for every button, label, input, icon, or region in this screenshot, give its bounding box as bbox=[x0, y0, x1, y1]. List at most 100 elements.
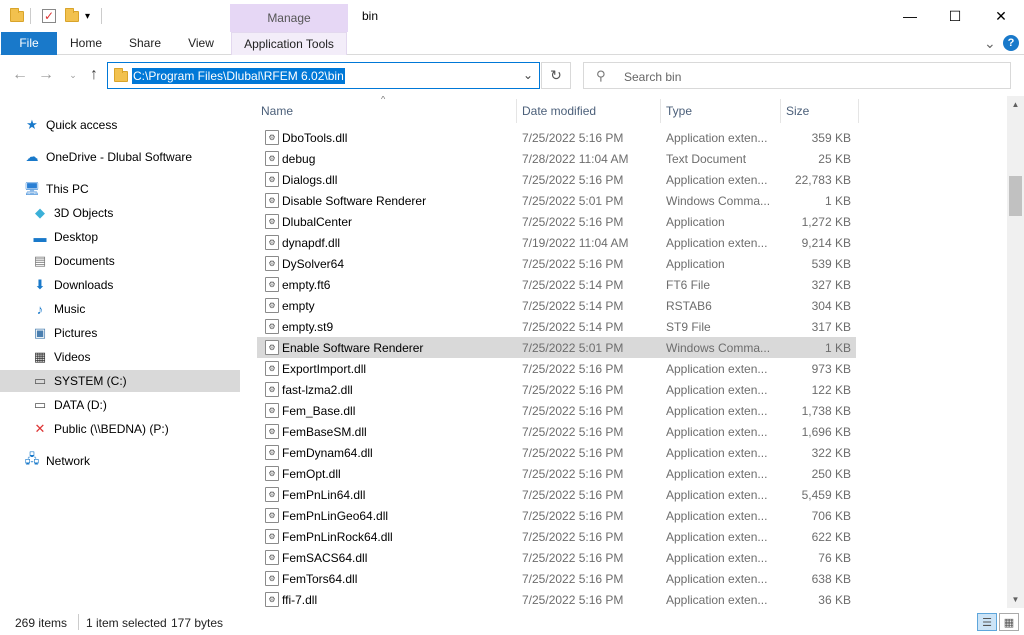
column-header-name[interactable]: Name bbox=[255, 99, 515, 123]
nav-item-network[interactable]: 🖧 Network bbox=[0, 450, 240, 472]
tab-view[interactable]: View bbox=[180, 32, 222, 55]
file-row[interactable]: ⚙ empty.st9 7/25/2022 5:14 PM ST9 File 317 K… bbox=[257, 316, 856, 337]
file-row[interactable]: ⚙ Enable Software Renderer 7/25/2022 5:01 … bbox=[257, 337, 856, 358]
tab-application-tools[interactable]: Application Tools bbox=[231, 32, 347, 55]
nav-item-public-p[interactable]: ✕ Public (\\BEDNA) (P:) bbox=[0, 418, 240, 440]
nav-item-desktop[interactable]: ▬ Desktop bbox=[0, 226, 240, 248]
close-button[interactable]: ✕ bbox=[978, 0, 1024, 32]
file-row[interactable]: ⚙ FemDynam64.dll 7/25/2022 5:16 PM Applicat… bbox=[257, 442, 856, 463]
maximize-button[interactable]: ☐ bbox=[932, 0, 978, 32]
scroll-up-icon[interactable]: ▲ bbox=[1007, 96, 1024, 113]
file-row[interactable]: ⚙ DlubalCenter 7/25/2022 5:16 PM Applicatio… bbox=[257, 211, 856, 232]
nav-item-pictures[interactable]: ▣ Pictures bbox=[0, 322, 240, 344]
nav-label: Public (\\BEDNA) (P:) bbox=[54, 422, 169, 436]
expand-ribbon-icon[interactable]: ⌄ bbox=[984, 35, 996, 52]
nav-item-music[interactable]: ♪ Music bbox=[0, 298, 240, 320]
file-date-modified: 7/25/2022 5:01 PM bbox=[522, 194, 624, 208]
file-name: FemSACS64.dll bbox=[282, 551, 368, 565]
column-header-date[interactable]: Date modified bbox=[516, 99, 660, 123]
file-name: FemDynam64.dll bbox=[282, 446, 373, 460]
scroll-down-icon[interactable]: ▼ bbox=[1007, 591, 1024, 608]
vertical-scrollbar[interactable]: ▲ ▼ bbox=[1007, 96, 1024, 608]
file-row[interactable]: ⚙ dynapdf.dll 7/19/2022 11:04 AM Applicatio… bbox=[257, 232, 856, 253]
tab-file[interactable]: File bbox=[1, 32, 57, 55]
new-folder-icon[interactable] bbox=[65, 6, 79, 26]
properties-icon[interactable]: ✓ bbox=[42, 6, 56, 26]
customize-quick-access-icon[interactable]: ▾ bbox=[85, 6, 90, 26]
file-row[interactable]: ⚙ Fem_Base.dll 7/25/2022 5:16 PM Applicatio… bbox=[257, 400, 856, 421]
file-row[interactable]: ⚙ DySolver64 7/25/2022 5:16 PM Application 5… bbox=[257, 253, 856, 274]
file-row[interactable]: ⚙ FemBaseSM.dll 7/25/2022 5:16 PM Applicati… bbox=[257, 421, 856, 442]
nav-item-data-d[interactable]: ▭ DATA (D:) bbox=[0, 394, 240, 416]
nav-item-documents[interactable]: ▤ Documents bbox=[0, 250, 240, 272]
file-size: 22,783 KB bbox=[794, 173, 851, 187]
column-header-size[interactable]: Size bbox=[780, 99, 858, 123]
file-icon: ⚙ bbox=[265, 487, 279, 502]
up-arrow-icon[interactable]: ↑ bbox=[84, 65, 104, 85]
nav-label: Pictures bbox=[54, 326, 98, 340]
scroll-thumb[interactable] bbox=[1009, 176, 1022, 216]
file-size: 973 KB bbox=[811, 362, 851, 376]
address-bar[interactable]: C:\Program Files\Dlubal\RFEM 6.02\bin ⌄ bbox=[107, 62, 540, 89]
nav-item-this-pc[interactable]: 🖥 This PC bbox=[0, 178, 240, 200]
file-row[interactable]: ⚙ empty.ft6 7/25/2022 5:14 PM FT6 File 327 K… bbox=[257, 274, 856, 295]
file-type: Application exten... bbox=[666, 236, 768, 250]
file-size: 359 KB bbox=[811, 131, 851, 145]
file-type: Application exten... bbox=[666, 593, 768, 607]
nav-item-videos[interactable]: ▦ Videos bbox=[0, 346, 240, 368]
details-view-button[interactable]: ☰ bbox=[977, 613, 997, 631]
search-input[interactable]: ⚲ Search bin bbox=[583, 62, 1011, 89]
nav-label: Quick access bbox=[46, 118, 118, 132]
recent-locations-chevron-icon[interactable]: ⌄ bbox=[63, 65, 83, 85]
file-row[interactable]: ⚙ FemOpt.dll 7/25/2022 5:16 PM Application … bbox=[257, 463, 856, 484]
address-path[interactable]: C:\Program Files\Dlubal\RFEM 6.02\bin bbox=[132, 68, 345, 84]
file-icon: ⚙ bbox=[265, 172, 279, 187]
file-row[interactable]: ⚙ FemSACS64.dll 7/25/2022 5:16 PM Applicati… bbox=[257, 547, 856, 568]
nav-item-system-c[interactable]: ▭ SYSTEM (C:) bbox=[0, 370, 240, 392]
file-name: DboTools.dll bbox=[282, 131, 348, 145]
chevron-down-icon[interactable]: ⌄ bbox=[523, 68, 533, 82]
file-icon: ⚙ bbox=[265, 130, 279, 145]
nav-item-onedrive[interactable]: ☁ OneDrive - Dlubal Software bbox=[0, 146, 240, 168]
file-row[interactable]: ⚙ debug 7/28/2022 11:04 AM Text Document 25 … bbox=[257, 148, 856, 169]
back-arrow-icon[interactable]: ← bbox=[10, 65, 30, 85]
nav-label: Music bbox=[54, 302, 86, 316]
nav-item-3d-objects[interactable]: ◆ 3D Objects bbox=[0, 202, 240, 224]
file-type: Application exten... bbox=[666, 362, 768, 376]
nav-item-downloads[interactable]: ⬇ Downloads bbox=[0, 274, 240, 296]
file-row[interactable]: ⚙ ffi-7.dll 7/25/2022 5:16 PM Application e… bbox=[257, 589, 856, 608]
tab-share[interactable]: Share bbox=[123, 32, 167, 55]
selection-size: 177 bytes bbox=[171, 616, 224, 630]
file-date-modified: 7/25/2022 5:16 PM bbox=[522, 425, 624, 439]
file-date-modified: 7/28/2022 11:04 AM bbox=[522, 152, 629, 166]
minimize-button[interactable]: — bbox=[887, 0, 933, 32]
manage-contextual-tab[interactable]: Manage bbox=[230, 4, 348, 32]
nav-item-quick-access[interactable]: ★ Quick access bbox=[0, 114, 240, 136]
file-row[interactable]: ⚙ FemPnLinRock64.dll 7/25/2022 5:16 PM Appl… bbox=[257, 526, 856, 547]
document-icon: ▤ bbox=[33, 253, 47, 268]
search-placeholder: Search bin bbox=[624, 70, 682, 84]
tab-home[interactable]: Home bbox=[63, 32, 109, 55]
file-row[interactable]: ⚙ DboTools.dll 7/25/2022 5:16 PM Applicatio… bbox=[257, 127, 856, 148]
file-row[interactable]: ⚙ FemPnLinGeo64.dll 7/25/2022 5:16 PM Appli… bbox=[257, 505, 856, 526]
column-header-type[interactable]: Type bbox=[660, 99, 780, 123]
refresh-button[interactable]: ↻ bbox=[541, 62, 571, 89]
file-type: Application exten... bbox=[666, 572, 768, 586]
file-row[interactable]: ⚙ Dialogs.dll 7/25/2022 5:16 PM Application… bbox=[257, 169, 856, 190]
file-row[interactable]: ⚙ fast-lzma2.dll 7/25/2022 5:16 PM Applicat… bbox=[257, 379, 856, 400]
large-icons-view-button[interactable]: ▦ bbox=[999, 613, 1019, 631]
file-date-modified: 7/25/2022 5:16 PM bbox=[522, 362, 624, 376]
column-separator[interactable] bbox=[858, 99, 859, 123]
file-name: fast-lzma2.dll bbox=[282, 383, 353, 397]
file-row[interactable]: ⚙ ExportImport.dll 7/25/2022 5:16 PM Applic… bbox=[257, 358, 856, 379]
file-date-modified: 7/25/2022 5:16 PM bbox=[522, 131, 624, 145]
file-row[interactable]: ⚙ empty 7/25/2022 5:14 PM RSTAB6 304 KB bbox=[257, 295, 856, 316]
nav-label: OneDrive - Dlubal Software bbox=[46, 150, 193, 164]
file-type: Application exten... bbox=[666, 551, 768, 565]
file-row[interactable]: ⚙ FemTors64.dll 7/25/2022 5:16 PM Applicati… bbox=[257, 568, 856, 589]
item-count: 269 items bbox=[15, 616, 68, 630]
file-row[interactable]: ⚙ Disable Software Renderer 7/25/2022 5:01… bbox=[257, 190, 856, 211]
forward-arrow-icon[interactable]: → bbox=[36, 65, 56, 85]
help-icon[interactable]: ? bbox=[1003, 35, 1019, 51]
file-row[interactable]: ⚙ FemPnLin64.dll 7/25/2022 5:16 PM Applicat… bbox=[257, 484, 856, 505]
